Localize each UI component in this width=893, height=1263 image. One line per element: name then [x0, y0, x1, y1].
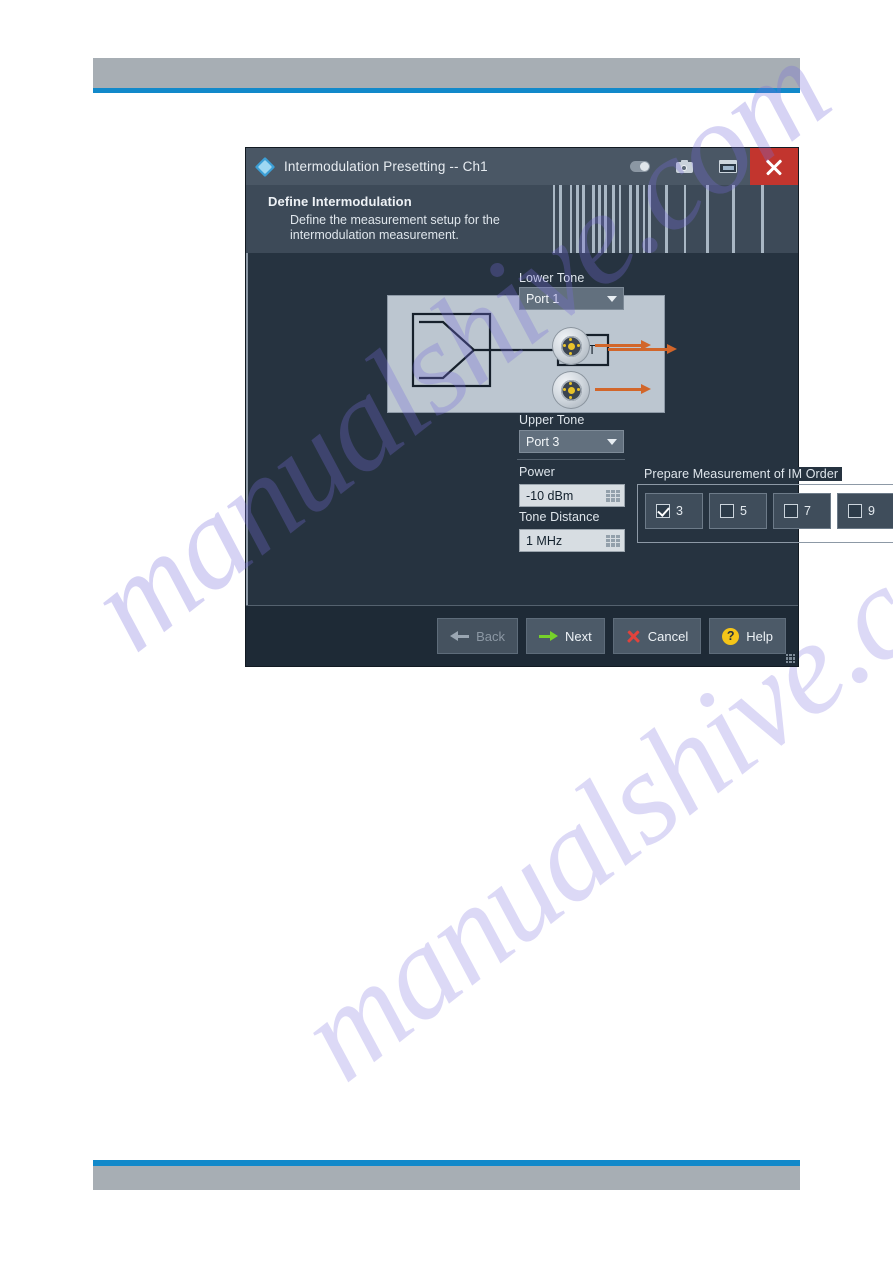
measurement-diagram: DUT	[387, 295, 677, 413]
screenshot-button[interactable]	[662, 148, 706, 185]
im-order-label-3: 3	[676, 504, 683, 518]
power-label: Power	[519, 465, 555, 479]
dut-output-arrow	[608, 344, 677, 354]
lower-tone-arrow	[595, 340, 651, 350]
divider-left	[517, 459, 625, 460]
x-icon	[626, 629, 641, 644]
back-button[interactable]: Back	[437, 618, 519, 654]
rohde-schwarz-logo-icon	[254, 156, 276, 177]
dialog-body: DUT Lower Tone Port 1 Upper	[246, 253, 893, 605]
question-mark-icon: ?	[722, 627, 740, 645]
dialog-titlebar: Intermodulation Presetting -- Ch1	[246, 148, 798, 185]
im-order-option-5[interactable]: 5	[709, 493, 767, 529]
upper-tone-connector-icon	[552, 371, 590, 409]
back-button-label: Back	[476, 628, 506, 644]
cancel-button[interactable]: Cancel	[612, 618, 702, 654]
chevron-down-icon	[607, 438, 617, 445]
upper-tone-select[interactable]: Port 3	[519, 430, 624, 453]
close-button[interactable]	[750, 148, 798, 185]
lower-tone-connector-icon	[552, 327, 590, 365]
page-header-rule	[93, 88, 800, 93]
numeric-keypad-icon	[606, 534, 620, 547]
camera-icon	[675, 160, 693, 173]
page-header-bar	[93, 58, 800, 88]
arrow-left-icon	[450, 630, 470, 642]
chevron-down-icon	[607, 295, 617, 302]
im-order-group: Prepare Measurement of IM Order 3 5 7 9	[637, 467, 893, 543]
page-footer-bar	[93, 1166, 800, 1190]
cancel-button-label: Cancel	[647, 628, 689, 644]
resize-grip[interactable]	[786, 654, 795, 663]
tone-distance-label: Tone Distance	[519, 510, 600, 524]
im-order-option-3[interactable]: 3	[645, 493, 703, 529]
close-icon	[764, 157, 784, 177]
combiner-symbol-icon	[411, 312, 610, 388]
tone-distance-input[interactable]: 1 MHz	[519, 529, 625, 552]
power-input[interactable]: -10 dBm	[519, 484, 625, 507]
toggle-switch-button[interactable]	[618, 148, 662, 185]
im-order-label-5: 5	[740, 504, 747, 518]
toggle-switch-icon	[630, 161, 650, 172]
power-value: -10 dBm	[526, 488, 574, 503]
lower-tone-label: Lower Tone	[519, 271, 585, 285]
dialog-title: Intermodulation Presetting -- Ch1	[284, 159, 488, 174]
im-order-label-9: 9	[868, 504, 875, 518]
numeric-keypad-icon	[606, 489, 620, 502]
im-order-checkbox-9[interactable]	[848, 504, 862, 518]
next-button-label: Next	[565, 628, 592, 644]
heading-subtitle: Define the measurement setup for the int…	[290, 213, 500, 242]
tone-distance-value: 1 MHz	[526, 533, 563, 548]
next-button[interactable]: Next	[526, 618, 605, 654]
im-order-checkbox-7[interactable]	[784, 504, 798, 518]
lower-tone-select[interactable]: Port 1	[519, 287, 624, 310]
im-order-group-label: Prepare Measurement of IM Order	[640, 467, 843, 481]
lower-tone-value: Port 1	[526, 291, 560, 306]
upper-tone-label: Upper Tone	[519, 413, 585, 427]
im-order-label-7: 7	[804, 504, 811, 518]
watermark-secondary: manualshive.com	[270, 444, 893, 1143]
im-order-checkbox-5[interactable]	[720, 504, 734, 518]
decorative-barcode	[542, 185, 798, 253]
heading-title: Define Intermodulation	[268, 194, 412, 209]
dialog-footer: Back Next Cancel ? Help	[246, 605, 798, 666]
im-order-option-9[interactable]: 9	[837, 493, 893, 529]
upper-tone-arrow	[595, 384, 651, 394]
im-order-option-7[interactable]: 7	[773, 493, 831, 529]
intermodulation-presetting-dialog: Intermodulation Presetting -- Ch1 Define…	[246, 148, 893, 666]
help-button[interactable]: ? Help	[709, 618, 786, 654]
minimize-button[interactable]	[706, 148, 750, 185]
window-icon	[719, 160, 737, 173]
im-order-checkbox-3[interactable]	[656, 504, 670, 518]
arrow-right-icon	[539, 630, 559, 642]
dialog-heading-band: Define Intermodulation Define the measur…	[246, 185, 798, 253]
help-button-label: Help	[746, 628, 773, 644]
upper-tone-value: Port 3	[526, 434, 560, 449]
